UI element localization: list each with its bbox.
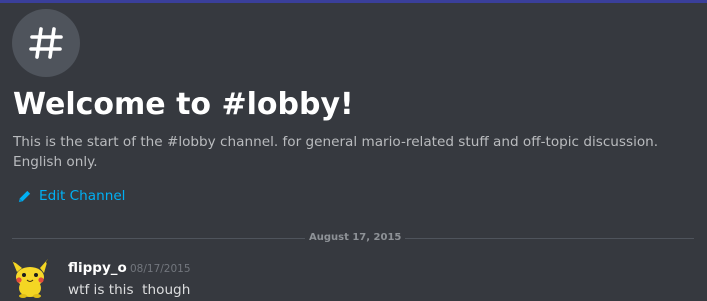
message-author[interactable]: flippy_o — [68, 259, 127, 277]
hashtag-icon — [29, 27, 63, 59]
edit-channel-button[interactable]: Edit Channel — [17, 186, 125, 206]
channel-hashtag-avatar — [12, 9, 80, 77]
channel-description: This is the start of the #lobby channel.… — [13, 134, 659, 170]
edit-channel-label: Edit Channel — [39, 188, 126, 204]
date-divider-text: August 17, 2015 — [305, 231, 406, 245]
pikachu-avatar[interactable] — [10, 258, 50, 298]
message-timestamp: 08/17/2015 — [130, 263, 191, 275]
message-content: wtf is this though — [68, 282, 191, 298]
pencil-icon — [18, 190, 31, 202]
welcome-title: Welcome to #lobby! — [13, 87, 354, 122]
top-accent-border — [0, 0, 707, 3]
